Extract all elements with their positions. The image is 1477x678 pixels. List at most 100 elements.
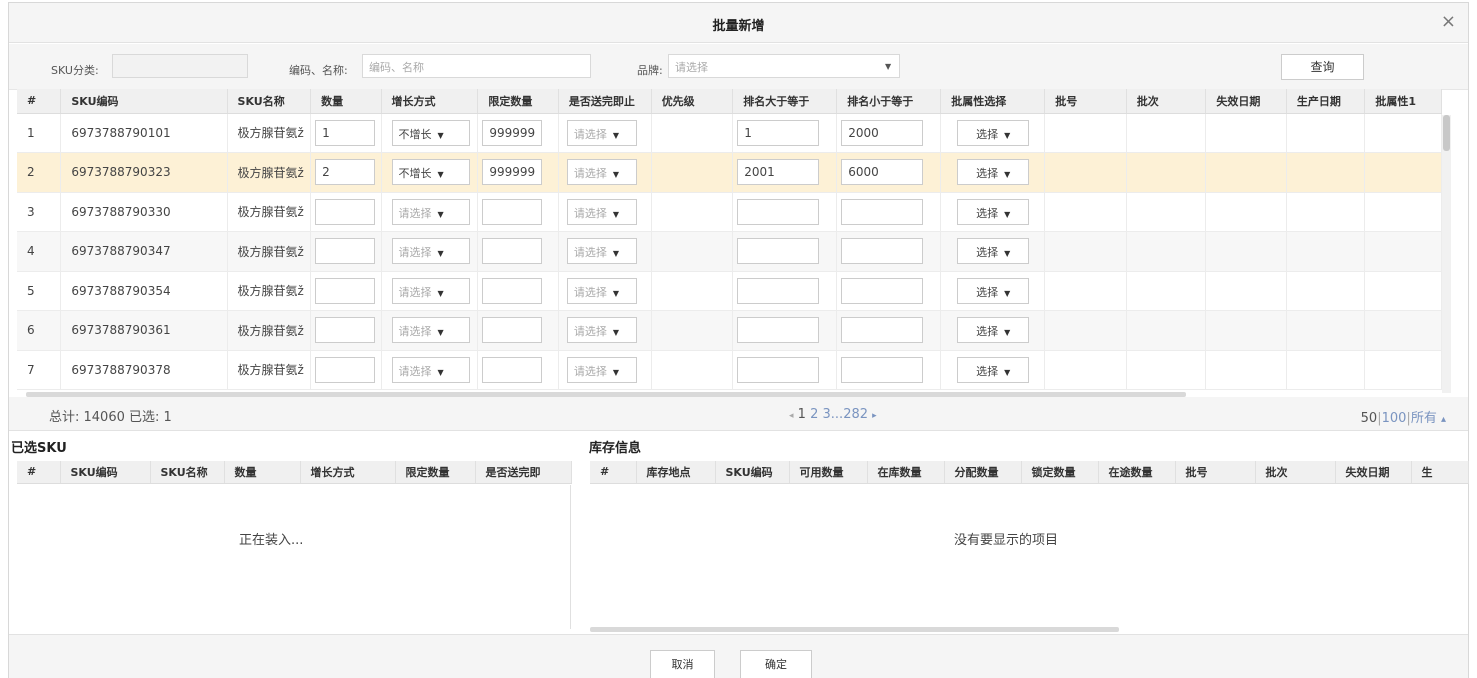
growth-mode-select[interactable]: 请选择 ▼ bbox=[391, 317, 470, 344]
quantity-input[interactable]: 2 bbox=[315, 159, 376, 186]
batch-attr-select[interactable]: 选择 ▼ bbox=[957, 119, 1030, 146]
page-size-all[interactable]: 所有 bbox=[1411, 411, 1437, 426]
batch-attr-select[interactable]: 选择 ▼ bbox=[957, 159, 1030, 186]
limit-quantity-input[interactable] bbox=[482, 238, 543, 265]
growth-mode-select[interactable]: 请选择 ▼ bbox=[391, 277, 470, 304]
table-row[interactable]: 4 6973788790347 极方腺苷氨ž 请选择 ▼ 请选择 ▼ 选择 ▼ bbox=[17, 231, 1442, 272]
rank-gte-input[interactable] bbox=[737, 317, 820, 344]
stop-when-done-select[interactable]: 请选择 ▼ bbox=[566, 317, 637, 344]
quantity-input[interactable] bbox=[315, 238, 376, 265]
stop-when-done-select[interactable]: 请选择 ▼ bbox=[566, 356, 637, 383]
production-date-cell bbox=[1286, 113, 1366, 153]
cancel-button[interactable]: 取消 bbox=[650, 650, 715, 678]
stop-when-done-select[interactable]: 请选择 ▼ bbox=[566, 119, 637, 146]
batch-attr-1-cell bbox=[1364, 192, 1442, 232]
quantity-input[interactable] bbox=[315, 198, 376, 225]
batch-attr-select[interactable]: 选择 ▼ bbox=[957, 317, 1030, 344]
sku-code: 6973788790330 bbox=[60, 192, 228, 232]
chevron-down-icon: ▼ bbox=[437, 170, 444, 180]
rank-lte-input[interactable] bbox=[841, 198, 924, 225]
stop-when-done-select[interactable]: 请选择 ▼ bbox=[566, 277, 637, 304]
batch-attr-select[interactable]: 选择 ▼ bbox=[957, 198, 1030, 225]
growth-mode-select[interactable]: 请选择 ▼ bbox=[391, 238, 470, 265]
confirm-button[interactable]: 确定 bbox=[740, 650, 812, 678]
page-last[interactable]: 282 bbox=[843, 407, 868, 422]
limit-quantity-input[interactable] bbox=[482, 317, 543, 344]
next-page-icon[interactable]: ▸ bbox=[872, 411, 877, 421]
inventory-panel: 库存信息 # 库存地点 SKU编码 可用数量 在库数量 分配数量 锁定数量 在途数量 批号 批次失… bbox=[582, 433, 1469, 633]
query-button[interactable]: 查询 bbox=[1281, 54, 1364, 80]
batch-attr-select[interactable]: 选择 ▼ bbox=[957, 277, 1030, 304]
rank-gte-input[interactable] bbox=[737, 238, 820, 265]
page-2[interactable]: 2 bbox=[810, 407, 818, 422]
limit-quantity-input[interactable] bbox=[482, 277, 543, 304]
brand-select[interactable]: 请选择 ▼ bbox=[668, 54, 900, 78]
table-row[interactable]: 3 6973788790330 极方腺苷氨ž 请选择 ▼ 请选择 ▼ 选择 ▼ bbox=[17, 192, 1442, 232]
chevron-down-icon: ▼ bbox=[612, 209, 620, 219]
rank-gte-cell: 2001 bbox=[732, 152, 838, 193]
production-date-cell bbox=[1286, 231, 1366, 272]
rank-lte-input[interactable] bbox=[841, 238, 924, 265]
stop-when-done-cell: 请选择 ▼ bbox=[558, 231, 652, 272]
grid-header-col-12: 批次 bbox=[1126, 89, 1207, 114]
rank-lte-input[interactable] bbox=[841, 356, 924, 383]
inventory-table: # 库存地点 SKU编码 可用数量 在库数量 分配数量 锁定数量 在途数量 批号 批次 失效日期生 bbox=[590, 461, 1469, 484]
batch-attr-1-cell bbox=[1364, 152, 1442, 193]
table-row[interactable]: 7 6973788790378 极方腺苷氨ž 请选择 ▼ 请选择 ▼ 选择 ▼ bbox=[17, 350, 1442, 390]
stop-when-done-select[interactable]: 请选择 ▼ bbox=[566, 198, 637, 225]
grid-header-col-1: SKU编码 bbox=[60, 89, 228, 114]
inventory-horizontal-scrollbar[interactable] bbox=[590, 627, 1119, 632]
rank-gte-input[interactable] bbox=[737, 198, 820, 225]
code-name-input[interactable]: 编码、名称 bbox=[362, 54, 591, 78]
page-size-50[interactable]: 50 bbox=[1361, 411, 1378, 426]
quantity-input[interactable] bbox=[315, 317, 376, 344]
table-row[interactable]: 2 6973788790323 极方腺苷氨ž 2 不增长 ▼ 999999 请选择 ▼ 2001 6… bbox=[17, 152, 1442, 193]
page-size-100[interactable]: 100 bbox=[1382, 411, 1407, 426]
collapse-icon[interactable]: ▴ bbox=[1441, 414, 1446, 425]
batch-cell bbox=[1126, 310, 1207, 351]
rank-lte-input[interactable] bbox=[841, 277, 924, 304]
batch-cell bbox=[1126, 231, 1207, 272]
batch-attr-1-cell bbox=[1364, 350, 1442, 390]
limit-quantity-input[interactable]: 999999 bbox=[482, 159, 543, 186]
growth-mode-select[interactable]: 不增长 ▼ bbox=[391, 119, 470, 146]
rank-lte-input[interactable]: 6000 bbox=[841, 159, 924, 186]
stop-when-done-cell: 请选择 ▼ bbox=[558, 192, 652, 232]
limit-quantity-input[interactable]: 999999 bbox=[482, 119, 543, 146]
pager-bar: 总计: 14060 已选: 1 ◂ 1 2 3...282 ▸ 50|100|所… bbox=[9, 397, 1468, 431]
close-icon[interactable]: × bbox=[1441, 11, 1456, 32]
page-1[interactable]: 1 bbox=[798, 407, 806, 422]
sku-category-input[interactable] bbox=[112, 54, 248, 78]
rank-lte-input[interactable] bbox=[841, 317, 924, 344]
table-row[interactable]: 1 6973788790101 极方腺苷氨ž 1 不增长 ▼ 999999 请选择 ▼ 1 2000… bbox=[17, 113, 1442, 153]
rank-gte-input[interactable] bbox=[737, 277, 820, 304]
stop-when-done-select[interactable]: 请选择 ▼ bbox=[566, 238, 637, 265]
stop-when-done-select[interactable]: 请选择 ▼ bbox=[566, 159, 637, 186]
quantity-input[interactable]: 1 bbox=[315, 119, 376, 146]
batch-cell bbox=[1126, 350, 1207, 390]
selected-header-col-5: 限定数量 bbox=[395, 461, 476, 484]
rank-lte-cell bbox=[836, 271, 942, 311]
rank-lte-input[interactable]: 2000 bbox=[841, 119, 924, 146]
batch-attr-select[interactable]: 选择 ▼ bbox=[957, 238, 1030, 265]
quantity-input[interactable] bbox=[315, 356, 376, 383]
limit-quantity-input[interactable] bbox=[482, 198, 543, 225]
grid-vertical-scroll-thumb[interactable] bbox=[1443, 115, 1450, 151]
rank-gte-input[interactable]: 1 bbox=[737, 119, 820, 146]
rank-gte-input[interactable]: 2001 bbox=[737, 159, 820, 186]
table-row[interactable]: 5 6973788790354 极方腺苷氨ž 请选择 ▼ 请选择 ▼ 选择 ▼ bbox=[17, 271, 1442, 311]
prev-page-icon[interactable]: ◂ bbox=[789, 411, 794, 421]
growth-mode-select[interactable]: 请选择 ▼ bbox=[391, 198, 470, 225]
page-3[interactable]: 3 bbox=[823, 407, 831, 422]
production-date-cell bbox=[1286, 192, 1366, 232]
growth-mode-select[interactable]: 请选择 ▼ bbox=[391, 356, 470, 383]
rank-gte-input[interactable] bbox=[737, 356, 820, 383]
growth-mode-select[interactable]: 不增长 ▼ bbox=[391, 159, 470, 186]
limit-quantity-input[interactable] bbox=[482, 356, 543, 383]
batch-attr-select[interactable]: 选择 ▼ bbox=[957, 356, 1030, 383]
growth-mode-cell: 请选择 ▼ bbox=[381, 350, 479, 390]
inventory-header-col-3: 可用数量 bbox=[789, 461, 868, 484]
grid-vertical-scrollbar[interactable] bbox=[1442, 115, 1451, 393]
table-row[interactable]: 6 6973788790361 极方腺苷氨ž 请选择 ▼ 请选择 ▼ 选择 ▼ bbox=[17, 310, 1442, 351]
quantity-input[interactable] bbox=[315, 277, 376, 304]
